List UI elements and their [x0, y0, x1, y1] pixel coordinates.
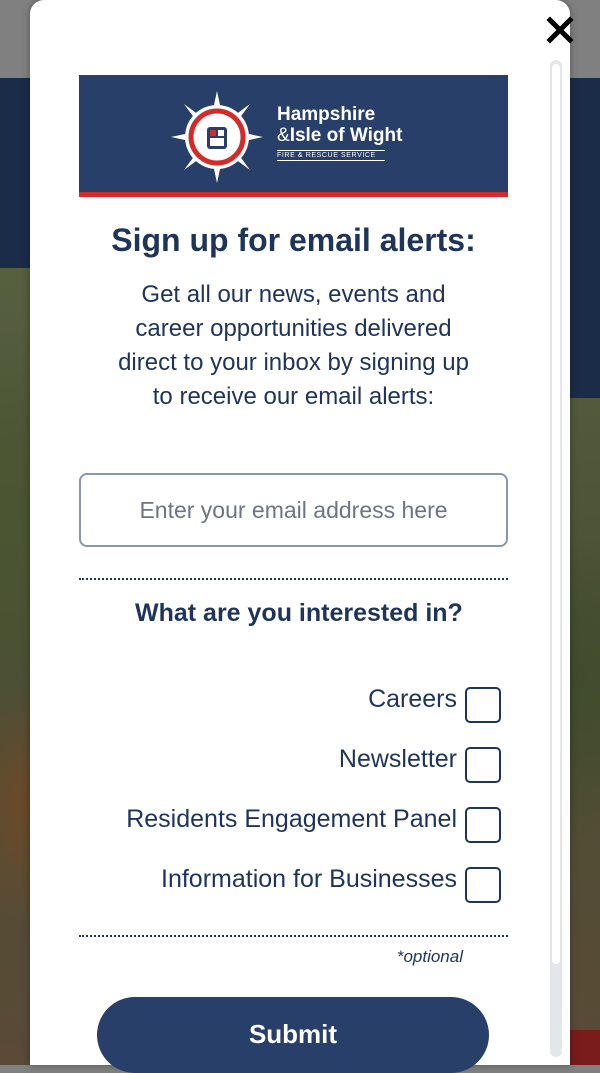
close-button[interactable] — [542, 12, 578, 48]
optional-note: *optional — [396, 947, 463, 966]
checkbox-newsletter[interactable] — [465, 747, 501, 783]
submit-button[interactable]: Submit — [97, 997, 489, 1073]
logo-line-isle-of-wight: &Isle of Wight — [277, 125, 403, 146]
option-label-careers: Careers — [368, 685, 457, 713]
option-label-newsletter: Newsletter — [338, 745, 457, 773]
close-icon — [546, 16, 574, 44]
fire-service-star-emblem-icon — [171, 91, 263, 183]
modal-scrollbar[interactable] — [550, 60, 562, 1057]
option-label-residents-panel: Residents Engagement Panel — [126, 805, 457, 833]
scrollbar-thumb[interactable] — [552, 64, 560, 964]
interests-heading: What are you interested in? — [135, 599, 463, 627]
logo-line-hampshire: Hampshire — [277, 104, 376, 125]
divider-bottom — [79, 935, 508, 937]
divider-top — [79, 578, 508, 580]
email-field[interactable] — [79, 473, 508, 547]
brand-logo-banner: Hampshire &Isle of Wight FIRE & RESCUE S… — [79, 75, 508, 197]
checkbox-residents-panel[interactable] — [465, 807, 501, 843]
logo-line-fire-rescue: FIRE & RESCUE SERVICE — [277, 150, 385, 161]
checkbox-businesses[interactable] — [465, 867, 501, 903]
modal-title: Sign up for email alerts: — [111, 222, 476, 258]
option-label-businesses: Information for Businesses — [161, 865, 457, 893]
checkbox-careers[interactable] — [465, 687, 501, 723]
modal-intro-text: Get all our news, events and career oppo… — [118, 281, 469, 410]
brand-logo-text: Hampshire &Isle of Wight FIRE & RESCUE S… — [277, 105, 402, 161]
